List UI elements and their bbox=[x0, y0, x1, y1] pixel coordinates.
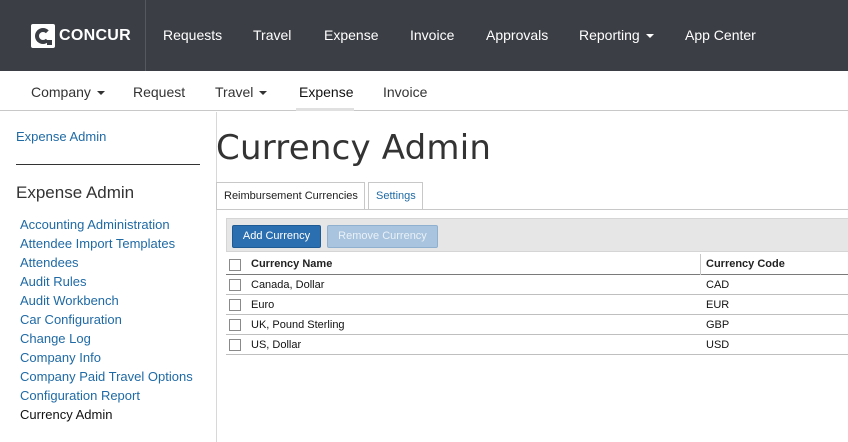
sidebar-item-company-info[interactable]: Company Info bbox=[20, 350, 200, 365]
tab-bar-baseline bbox=[216, 209, 848, 210]
currency-code-cell: USD bbox=[706, 339, 730, 351]
currency-name-cell: Euro bbox=[251, 299, 275, 311]
sub-nav-travel[interactable]: Travel bbox=[215, 84, 268, 100]
sidebar-divider bbox=[16, 164, 200, 165]
caret-down-icon bbox=[259, 91, 268, 96]
sidebar-item-accounting-administration[interactable]: Accounting Administration bbox=[20, 217, 200, 232]
top-nav-travel[interactable]: Travel bbox=[253, 27, 291, 43]
top-navigation-bar: CONCUR Requests Travel Expense Invoice A… bbox=[0, 0, 848, 71]
currency-name-cell: US, Dollar bbox=[251, 339, 302, 351]
sub-nav-invoice[interactable]: Invoice bbox=[383, 84, 427, 100]
sidebar-item-car-configuration[interactable]: Car Configuration bbox=[20, 312, 200, 327]
top-nav-app-center[interactable]: App Center bbox=[685, 27, 756, 43]
row-checkbox[interactable] bbox=[229, 339, 241, 351]
top-nav-expense[interactable]: Expense bbox=[324, 27, 378, 43]
sub-nav-travel-label: Travel bbox=[215, 84, 254, 100]
table-toolbar: Add Currency Remove Currency bbox=[226, 218, 848, 252]
concur-logo-icon bbox=[31, 23, 55, 48]
column-header-currency-name[interactable]: Currency Name bbox=[251, 258, 332, 270]
sidebar-expense-admin-link[interactable]: Expense Admin bbox=[16, 129, 106, 144]
sidebar-item-currency-admin[interactable]: Currency Admin bbox=[20, 407, 200, 422]
table-row[interactable]: US, Dollar USD bbox=[226, 335, 848, 355]
currency-code-cell: CAD bbox=[706, 279, 730, 291]
page-title: Currency Admin bbox=[216, 128, 492, 168]
table-row[interactable]: Canada, Dollar CAD bbox=[226, 275, 848, 295]
top-nav-divider bbox=[145, 0, 146, 71]
top-nav-reporting[interactable]: Reporting bbox=[579, 27, 654, 43]
currency-name-cell: UK, Pound Sterling bbox=[251, 319, 345, 331]
sidebar-item-change-log[interactable]: Change Log bbox=[20, 331, 200, 346]
top-nav-invoice[interactable]: Invoice bbox=[410, 27, 454, 43]
sidebar-item-configuration-report[interactable]: Configuration Report bbox=[20, 388, 200, 403]
tab-settings[interactable]: Settings bbox=[368, 182, 423, 210]
sidebar-item-company-paid-travel-options[interactable]: Company Paid Travel Options bbox=[20, 369, 200, 384]
sub-nav-request[interactable]: Request bbox=[133, 84, 185, 100]
sidebar-heading: Expense Admin bbox=[16, 183, 135, 202]
sub-nav-company-label: Company bbox=[31, 84, 91, 100]
table-header-row: Currency Name Currency Code bbox=[226, 254, 848, 275]
sub-navigation-bar: Company Request Travel Expense Invoice bbox=[0, 71, 848, 111]
sidebar-item-attendees[interactable]: Attendees bbox=[20, 255, 200, 270]
sidebar-menu: Accounting Administration Attendee Impor… bbox=[20, 217, 200, 426]
top-nav-requests[interactable]: Requests bbox=[163, 27, 222, 43]
top-nav-reporting-label: Reporting bbox=[579, 27, 640, 43]
top-nav-approvals[interactable]: Approvals bbox=[486, 27, 548, 43]
row-checkbox[interactable] bbox=[229, 319, 241, 331]
column-header-currency-code[interactable]: Currency Code bbox=[706, 258, 785, 270]
tab-reimbursement-currencies[interactable]: Reimbursement Currencies bbox=[216, 182, 365, 210]
concur-logo[interactable]: CONCUR bbox=[31, 23, 131, 48]
sidebar-item-audit-rules[interactable]: Audit Rules bbox=[20, 274, 200, 289]
add-currency-button[interactable]: Add Currency bbox=[232, 225, 321, 248]
table-row[interactable]: UK, Pound Sterling GBP bbox=[226, 315, 848, 335]
logo-text: CONCUR bbox=[59, 26, 132, 44]
caret-down-icon bbox=[96, 91, 105, 96]
table-row[interactable]: Euro EUR bbox=[226, 295, 848, 315]
row-checkbox[interactable] bbox=[229, 299, 241, 311]
select-all-checkbox[interactable] bbox=[229, 259, 241, 271]
sub-nav-company[interactable]: Company bbox=[31, 84, 105, 100]
sidebar-item-attendee-import-templates[interactable]: Attendee Import Templates bbox=[20, 236, 200, 251]
sub-nav-expense[interactable]: Expense bbox=[299, 84, 353, 100]
currency-name-cell: Canada, Dollar bbox=[251, 279, 325, 291]
remove-currency-button: Remove Currency bbox=[327, 225, 438, 248]
currency-code-cell: GBP bbox=[706, 319, 730, 331]
caret-down-icon bbox=[645, 34, 654, 39]
tab-bar: Reimbursement Currencies Settings bbox=[216, 182, 848, 210]
column-divider[interactable] bbox=[700, 254, 701, 275]
currency-table: Currency Name Currency Code Canada, Doll… bbox=[226, 254, 848, 355]
sub-nav-active-indicator bbox=[296, 108, 354, 111]
sidebar: Expense Admin Expense Admin Accounting A… bbox=[0, 112, 216, 442]
sidebar-item-audit-workbench[interactable]: Audit Workbench bbox=[20, 293, 200, 308]
row-checkbox[interactable] bbox=[229, 279, 241, 291]
currency-code-cell: EUR bbox=[706, 299, 730, 311]
